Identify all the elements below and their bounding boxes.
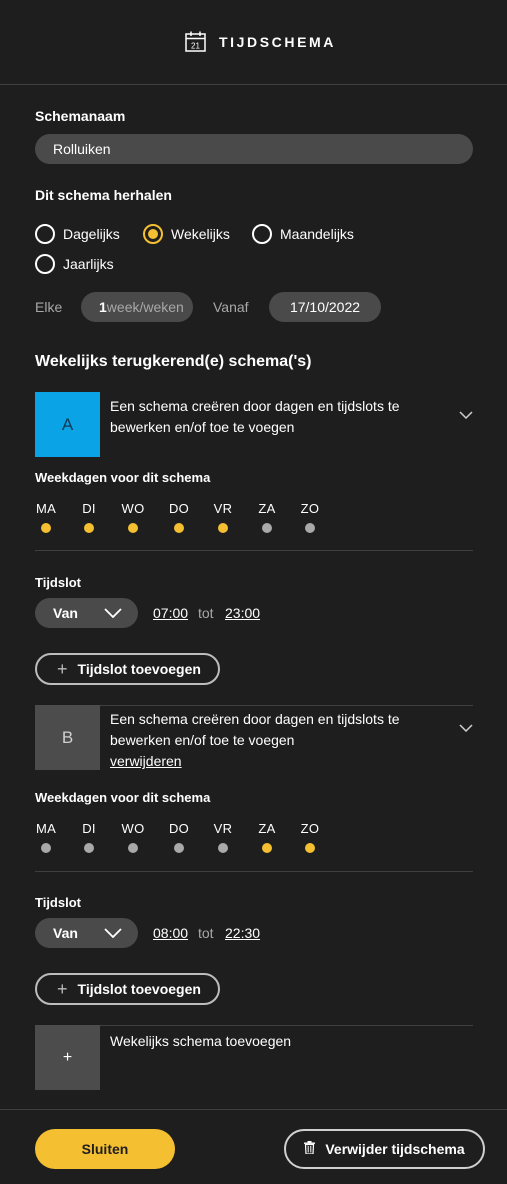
schedule-b-tile[interactable]: B (35, 705, 100, 770)
timeslot-from-time[interactable]: 07:00 (153, 604, 188, 622)
calendar-icon: 21 (185, 31, 206, 52)
schedule-b-description-text: Een schema creëren door dagen en tijdslo… (110, 711, 400, 748)
weekly-heading: Wekelijks terugkerend(e) schema('s) (35, 353, 312, 370)
divider (100, 1025, 473, 1026)
day-label-do: DO (168, 501, 190, 516)
day-toggle-za[interactable] (262, 843, 272, 853)
delete-schedule-button[interactable]: Verwijder tijdschema (284, 1129, 485, 1169)
page-title: TIJDSCHEMA (219, 34, 337, 50)
schedule-name-input[interactable]: Rolluiken (35, 134, 473, 164)
schedule-name-label: Schemanaam (35, 108, 126, 124)
radio-daily[interactable]: Dagelijks (35, 223, 120, 245)
day-label-vr: VR (213, 821, 233, 836)
header-divider (0, 84, 507, 85)
day-label-di: DI (82, 501, 96, 516)
day-label-zo: ZO (300, 821, 320, 836)
radio-yearly[interactable]: Jaarlijks (35, 253, 114, 275)
add-weekly-schedule-tile[interactable]: + (35, 1025, 100, 1090)
radio-daily-indicator (35, 224, 55, 244)
add-timeslot-button[interactable]: + Tijdslot toevoegen (35, 653, 220, 685)
schedule-a-description: Een schema creëren door dagen en tijdslo… (110, 398, 400, 435)
timeslot-mode-value: Van (53, 605, 78, 621)
timeslot-mode-select[interactable]: Van (35, 598, 138, 628)
start-date-input[interactable]: 17/10/2022 (269, 292, 381, 322)
schedule-a-tile[interactable]: A (35, 392, 100, 457)
radio-monthly[interactable]: Maandelijks (252, 223, 354, 245)
schedule-b-weekdays-label: Weekdagen voor dit schema (35, 790, 211, 805)
day-label-ma: MA (35, 821, 57, 836)
timeslot-to-label: tot (198, 605, 214, 621)
add-timeslot-button[interactable]: + Tijdslot toevoegen (35, 973, 220, 1005)
add-weekly-schedule-label[interactable]: Wekelijks schema toevoegen (110, 1032, 291, 1050)
divider (35, 550, 473, 551)
day-label-za: ZA (258, 821, 276, 836)
day-toggle-wo[interactable] (128, 523, 138, 533)
delete-schedule-label: Verwijder tijdschema (325, 1141, 465, 1157)
chevron-down-icon (104, 928, 122, 938)
day-label-di: DI (82, 821, 96, 836)
divider (35, 871, 473, 872)
day-toggle-za[interactable] (262, 523, 272, 533)
divider (100, 705, 473, 706)
chevron-down-icon (104, 608, 122, 618)
day-toggle-wo[interactable] (128, 843, 138, 853)
schedule-a-timeslot-label: Tijdslot (35, 575, 81, 590)
schedule-b-timeslot-label: Tijdslot (35, 895, 81, 910)
every-value: 1 (99, 299, 107, 315)
add-timeslot-label: Tijdslot toevoegen (77, 661, 201, 677)
day-toggle-ma[interactable] (41, 843, 51, 853)
timeslot-mode-select[interactable]: Van (35, 918, 138, 948)
radio-weekly-label: Wekelijks (171, 226, 230, 242)
plus-icon: + (57, 659, 68, 679)
every-input[interactable]: 1week/weken (81, 292, 193, 322)
day-toggle-ma[interactable] (41, 523, 51, 533)
radio-weekly[interactable]: Wekelijks (143, 223, 230, 245)
day-toggle-di[interactable] (84, 523, 94, 533)
timeslot-to-label: tot (198, 925, 214, 941)
timeslot-from-time[interactable]: 08:00 (153, 924, 188, 942)
remove-schedule-link[interactable]: verwijderen (110, 753, 182, 769)
every-label: Elke (35, 299, 63, 315)
plus-icon: + (57, 979, 68, 999)
radio-monthly-indicator (252, 224, 272, 244)
day-label-ma: MA (35, 501, 57, 516)
day-toggle-vr[interactable] (218, 523, 228, 533)
day-label-wo: WO (121, 821, 145, 836)
schedule-b-description: Een schema creëren door dagen en tijdslo… (110, 709, 440, 772)
trash-icon (304, 1141, 316, 1157)
day-label-zo: ZO (300, 501, 320, 516)
timeslot-to-time[interactable]: 22:30 (225, 924, 260, 942)
svg-text:21: 21 (191, 42, 200, 51)
radio-weekly-indicator (143, 224, 163, 244)
timeslot-mode-value: Van (53, 925, 78, 941)
day-label-za: ZA (258, 501, 276, 516)
day-label-wo: WO (121, 501, 145, 516)
from-label: Vanaf (213, 299, 249, 315)
every-unit: week/weken (106, 299, 184, 315)
day-toggle-do[interactable] (174, 843, 184, 853)
radio-yearly-label: Jaarlijks (63, 256, 114, 272)
day-toggle-vr[interactable] (218, 843, 228, 853)
day-label-vr: VR (213, 501, 233, 516)
repeat-label: Dit schema herhalen (35, 187, 172, 203)
day-toggle-zo[interactable] (305, 843, 315, 853)
chevron-down-icon[interactable] (459, 406, 473, 420)
day-label-do: DO (168, 821, 190, 836)
day-toggle-zo[interactable] (305, 523, 315, 533)
day-toggle-do[interactable] (174, 523, 184, 533)
radio-monthly-label: Maandelijks (280, 226, 354, 242)
chevron-down-icon[interactable] (459, 719, 473, 733)
day-toggle-di[interactable] (84, 843, 94, 853)
close-button[interactable]: Sluiten (35, 1129, 175, 1169)
schedule-a-weekdays-label: Weekdagen voor dit schema (35, 470, 211, 485)
add-timeslot-label: Tijdslot toevoegen (77, 981, 201, 997)
timeslot-to-time[interactable]: 23:00 (225, 604, 260, 622)
footer-divider (0, 1109, 507, 1110)
radio-daily-label: Dagelijks (63, 226, 120, 242)
radio-yearly-indicator (35, 254, 55, 274)
